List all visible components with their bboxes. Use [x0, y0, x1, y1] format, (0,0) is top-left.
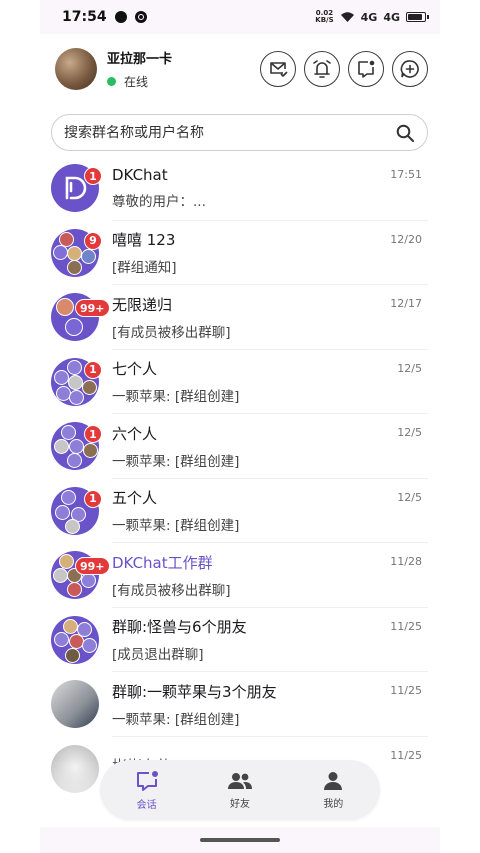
conversation-preview: 一颗苹果: [群组创建] — [112, 453, 240, 470]
gesture-handle[interactable] — [200, 838, 280, 842]
conversation-preview: [有成员被移出群聊] — [112, 324, 231, 341]
conversation-preview: [成员退出群聊] — [112, 647, 204, 664]
conversation-time: 12/5 — [397, 361, 422, 375]
conversation-time: 12/5 — [397, 426, 422, 439]
unread-badge: 1 — [84, 360, 102, 379]
online-status: 在线 — [107, 73, 172, 90]
chat-bubble-dot-icon — [358, 60, 375, 78]
conversation-row[interactable]: 9 嘻嘻 123 [群组通知] 12/20 — [40, 221, 440, 285]
conversation-preview: [有成员被移出群聊] — [112, 582, 231, 599]
tab-friends[interactable]: 好友 — [205, 771, 275, 810]
conversation-row[interactable]: 99+ DKChat工作群 [有成员被移出群聊] 11/28 — [40, 543, 440, 608]
alarm-button[interactable] — [304, 51, 340, 87]
profile-icon — [324, 771, 343, 790]
conversation-time: 17:51 — [390, 168, 422, 181]
chat-icon — [136, 770, 158, 791]
conversation-name: 五个人 — [112, 489, 158, 508]
conversation-time: 12/17 — [390, 297, 422, 310]
conversation-row[interactable]: 1 DKChat 尊敬的用户：... 17:51 — [40, 156, 440, 221]
group-avatar: 99+ — [51, 551, 110, 600]
net-speed: 0.02 KB/S — [315, 9, 334, 24]
group-avatar: 1 — [51, 422, 102, 471]
search-bar[interactable] — [51, 114, 428, 151]
signal-icon-2: 4G — [383, 10, 400, 24]
conversation-time: 12/20 — [390, 232, 422, 246]
group-avatar: 9 — [51, 228, 102, 277]
conversation-row[interactable]: 99+ 无限递归 [有成员被移出群聊] 12/17 — [40, 285, 440, 350]
unread-badge: 99+ — [75, 299, 110, 318]
group-avatar: 99+ — [51, 293, 110, 342]
notification-dot-icon — [114, 11, 127, 23]
conversation-row[interactable]: 1 七个人 一颗苹果: [群组创建] 12/5 — [40, 350, 440, 414]
conversation-preview: [群组通知] — [112, 260, 177, 277]
mail-check-button[interactable] — [260, 51, 296, 87]
online-dot-icon — [107, 77, 116, 86]
header: 亚拉那一卡 在线 — [40, 34, 440, 104]
conversation-list: 1 DKChat 尊敬的用户：... 17:51 9 嘻嘻 123 [群组通知] — [40, 156, 440, 801]
tab-chats[interactable]: 会话 — [112, 770, 182, 811]
group-avatar — [51, 680, 99, 729]
unread-badge: 1 — [84, 167, 102, 186]
conversation-preview: 尊敬的用户：... — [112, 194, 206, 211]
status-time: 17:54 — [62, 9, 107, 25]
conversation-row[interactable]: 群聊:一颗苹果与3个朋友 一颗苹果: [群组创建] 11/25 — [40, 672, 440, 737]
my-username: 亚拉那一卡 — [107, 52, 173, 67]
conversation-name: 七个人 — [112, 360, 158, 379]
chat-add-icon — [400, 60, 419, 78]
bottom-nav: 会话 好友 我的 — [100, 760, 380, 820]
app-notification-icon — [134, 11, 147, 23]
conversation-row[interactable]: 1 六个人 一颗苹果: [群组创建] 12/5 — [40, 414, 440, 479]
app-screen: 17:54 0.02 KB/S 4G 4G 亚拉那一卡 在线 搜索群名称或用户名… — [40, 0, 440, 853]
my-avatar[interactable] — [55, 48, 97, 90]
signal-icon-1: 4G — [360, 10, 378, 24]
search-input[interactable] — [64, 124, 395, 141]
conversation-name: 六个人 — [112, 424, 158, 443]
group-avatar: 1 — [51, 357, 102, 406]
conversation-preview: 一颗苹果: [群组创建] — [112, 389, 240, 406]
group-avatar — [51, 615, 99, 664]
conversation-row[interactable]: 1 五个人 一颗苹果: [群组创建] 12/5 — [40, 479, 440, 543]
wifi-icon — [340, 12, 354, 22]
new-chat-button[interactable] — [348, 51, 384, 87]
conversation-time: 12/5 — [397, 490, 422, 504]
unread-badge: 1 — [84, 425, 102, 444]
conversation-preview: 一颗苹果: [群组创建] — [112, 711, 240, 728]
conversation-time: 11/25 — [390, 619, 422, 633]
conversation-time: 11/28 — [390, 555, 422, 568]
battery-icon — [406, 12, 429, 22]
conversation-avatar: 1 — [51, 164, 102, 213]
alarm-bell-icon — [313, 60, 331, 78]
add-chat-button[interactable] — [392, 51, 428, 87]
unread-badge: 9 — [84, 231, 102, 250]
friends-icon — [227, 772, 252, 789]
mail-check-icon — [270, 62, 288, 77]
unread-badge: 99+ — [75, 557, 110, 576]
conversation-row[interactable]: 群聊:怪兽与6个朋友 [成员退出群聊] 11/25 — [40, 608, 440, 672]
tab-profile[interactable]: 我的 — [298, 771, 368, 810]
unread-badge: 1 — [84, 489, 102, 508]
conversation-time: 11/25 — [390, 684, 422, 697]
status-bar: 17:54 0.02 KB/S 4G 4G — [40, 0, 440, 34]
conversation-preview: 一颗苹果: [群组创建] — [112, 518, 240, 535]
search-icon[interactable] — [395, 123, 415, 143]
group-avatar: 1 — [51, 486, 102, 535]
